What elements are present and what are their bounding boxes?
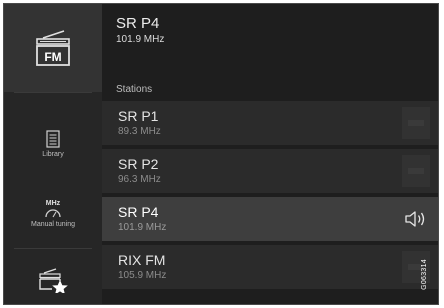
- image-code: G063314: [421, 259, 428, 290]
- sidebar: FM Library MHz Manual tuning: [4, 4, 102, 304]
- manual-tuning-label: Manual tuning: [31, 221, 75, 228]
- mhz-label: MHz: [45, 200, 61, 207]
- radio-icon: FM: [36, 30, 70, 66]
- favorite-icon: [408, 120, 424, 126]
- sidebar-item-manual-tuning[interactable]: MHz Manual tuning: [4, 184, 102, 244]
- sidebar-item-library[interactable]: Library: [4, 114, 102, 174]
- station-frequency: 101.9 MHz: [118, 222, 167, 233]
- station-frequency: 89.3 MHz: [118, 126, 161, 137]
- station-name: SR P4: [118, 204, 159, 220]
- sidebar-item-fm[interactable]: FM: [4, 4, 102, 92]
- fm-label: FM: [44, 50, 61, 64]
- station-frequency: 105.9 MHz: [118, 270, 167, 281]
- now-playing-name: SR P4: [116, 15, 160, 32]
- tuning-dial-icon: [45, 209, 61, 218]
- radio-screen: FM Library MHz Manual tuning SR P4 101.9…: [3, 3, 439, 305]
- now-playing-indicator: [402, 203, 430, 235]
- station-frequency: 96.3 MHz: [118, 174, 161, 185]
- station-row-sr-p4[interactable]: SR P4 101.9 MHz: [102, 197, 438, 241]
- library-label: Library: [42, 151, 64, 158]
- speaker-icon: [405, 211, 425, 227]
- station-name: RIX FM: [118, 252, 166, 268]
- favorite-button[interactable]: [402, 107, 430, 139]
- station-row-rix-fm[interactable]: RIX FM 105.9 MHz: [102, 245, 438, 289]
- now-playing-frequency: 101.9 MHz: [116, 34, 165, 45]
- favorite-button[interactable]: [402, 155, 430, 187]
- main-panel: SR P4 101.9 MHz Stations SR P1 89.3 MHz …: [102, 4, 438, 304]
- now-playing: SR P4 101.9 MHz: [116, 15, 165, 46]
- station-name: SR P1: [118, 108, 159, 124]
- library-icon: [46, 130, 60, 148]
- station-row-sr-p1[interactable]: SR P1 89.3 MHz: [102, 101, 438, 145]
- sidebar-item-favorites[interactable]: [4, 256, 102, 304]
- station-row-sr-p2[interactable]: SR P2 96.3 MHz: [102, 149, 438, 193]
- station-name: SR P2: [118, 156, 159, 172]
- stations-header: Stations: [116, 84, 153, 95]
- radio-favorites-icon: [39, 268, 68, 293]
- favorite-icon: [408, 168, 424, 174]
